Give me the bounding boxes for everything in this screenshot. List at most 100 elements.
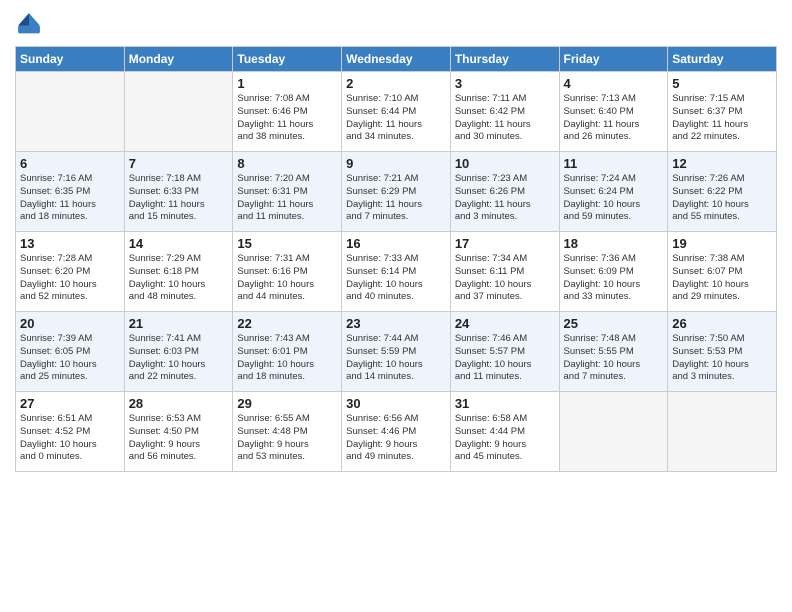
calendar-week-row: 1 Sunrise: 7:08 AM Sunset: 6:46 PM Daylig…: [16, 72, 777, 152]
day-info: Sunrise: 7:34 AM Sunset: 6:11 PM Dayligh…: [455, 253, 555, 304]
calendar-cell: 23 Sunrise: 7:44 AM Sunset: 5:59 PM Dayli…: [342, 312, 451, 392]
calendar-cell: 28 Sunrise: 6:53 AM Sunset: 4:50 PM Dayli…: [124, 392, 233, 472]
day-info: Sunrise: 7:44 AM Sunset: 5:59 PM Dayligh…: [346, 333, 446, 384]
calendar-week-row: 20Sunrise: 7:39 AM Sunset: 6:05 PM Dayli…: [16, 312, 777, 392]
day-number: 1: [237, 76, 337, 91]
day-info: Sunrise: 7:08 AM Sunset: 6:46 PM Dayligh…: [237, 93, 337, 144]
day-number: 7: [129, 156, 229, 171]
day-number: 24: [455, 316, 555, 331]
calendar-cell: [16, 72, 125, 152]
logo: [15, 10, 47, 38]
weekday-header: Thursday: [450, 47, 559, 72]
day-info: Sunrise: 6:51 AM Sunset: 4:52 PM Dayligh…: [20, 413, 120, 464]
day-info: Sunrise: 6:55 AM Sunset: 4:48 PM Dayligh…: [237, 413, 337, 464]
day-info: Sunrise: 6:58 AM Sunset: 4:44 PM Dayligh…: [455, 413, 555, 464]
day-number: 29: [237, 396, 337, 411]
day-info: Sunrise: 7:46 AM Sunset: 5:57 PM Dayligh…: [455, 333, 555, 384]
day-info: Sunrise: 7:41 AM Sunset: 6:03 PM Dayligh…: [129, 333, 229, 384]
day-number: 17: [455, 236, 555, 251]
day-info: Sunrise: 7:23 AM Sunset: 6:26 PM Dayligh…: [455, 173, 555, 224]
day-number: 28: [129, 396, 229, 411]
calendar-cell: 29 Sunrise: 6:55 AM Sunset: 4:48 PM Dayli…: [233, 392, 342, 472]
day-number: 18: [564, 236, 664, 251]
calendar-cell: 24 Sunrise: 7:46 AM Sunset: 5:57 PM Dayli…: [450, 312, 559, 392]
calendar-cell: 31 Sunrise: 6:58 AM Sunset: 4:44 PM Dayli…: [450, 392, 559, 472]
calendar-week-row: 13Sunrise: 7:28 AM Sunset: 6:20 PM Dayli…: [16, 232, 777, 312]
weekday-header: Tuesday: [233, 47, 342, 72]
calendar-cell: 3 Sunrise: 7:11 AM Sunset: 6:42 PM Daylig…: [450, 72, 559, 152]
day-info: Sunrise: 7:18 AM Sunset: 6:33 PM Dayligh…: [129, 173, 229, 224]
day-number: 20: [20, 316, 120, 331]
calendar-cell: 10 Sunrise: 7:23 AM Sunset: 6:26 PM Dayli…: [450, 152, 559, 232]
day-info: Sunrise: 7:38 AM Sunset: 6:07 PM Dayligh…: [672, 253, 772, 304]
calendar-cell: 11Sunrise: 7:24 AM Sunset: 6:24 PM Dayli…: [559, 152, 668, 232]
day-number: 10: [455, 156, 555, 171]
calendar-cell: 18 Sunrise: 7:36 AM Sunset: 6:09 PM Dayli…: [559, 232, 668, 312]
day-info: Sunrise: 7:28 AM Sunset: 6:20 PM Dayligh…: [20, 253, 120, 304]
calendar-cell: 19 Sunrise: 7:38 AM Sunset: 6:07 PM Dayli…: [668, 232, 777, 312]
calendar-cell: 25 Sunrise: 7:48 AM Sunset: 5:55 PM Dayli…: [559, 312, 668, 392]
day-number: 23: [346, 316, 446, 331]
weekday-header: Wednesday: [342, 47, 451, 72]
calendar-cell: 16Sunrise: 7:33 AM Sunset: 6:14 PM Dayli…: [342, 232, 451, 312]
day-number: 22: [237, 316, 337, 331]
calendar-header-row: SundayMondayTuesdayWednesdayThursdayFrid…: [16, 47, 777, 72]
page: SundayMondayTuesdayWednesdayThursdayFrid…: [0, 0, 792, 612]
day-info: Sunrise: 7:11 AM Sunset: 6:42 PM Dayligh…: [455, 93, 555, 144]
calendar-cell: 15Sunrise: 7:31 AM Sunset: 6:16 PM Dayli…: [233, 232, 342, 312]
day-number: 25: [564, 316, 664, 331]
day-info: Sunrise: 7:43 AM Sunset: 6:01 PM Dayligh…: [237, 333, 337, 384]
calendar-cell: 8 Sunrise: 7:20 AM Sunset: 6:31 PM Daylig…: [233, 152, 342, 232]
day-number: 3: [455, 76, 555, 91]
day-info: Sunrise: 7:15 AM Sunset: 6:37 PM Dayligh…: [672, 93, 772, 144]
day-number: 11: [564, 156, 664, 171]
calendar-cell: 6Sunrise: 7:16 AM Sunset: 6:35 PM Daylig…: [16, 152, 125, 232]
day-info: Sunrise: 6:53 AM Sunset: 4:50 PM Dayligh…: [129, 413, 229, 464]
calendar-cell: 12 Sunrise: 7:26 AM Sunset: 6:22 PM Dayli…: [668, 152, 777, 232]
calendar-cell: [668, 392, 777, 472]
day-info: Sunrise: 7:36 AM Sunset: 6:09 PM Dayligh…: [564, 253, 664, 304]
day-number: 19: [672, 236, 772, 251]
calendar-cell: 26 Sunrise: 7:50 AM Sunset: 5:53 PM Dayli…: [668, 312, 777, 392]
day-info: Sunrise: 7:20 AM Sunset: 6:31 PM Dayligh…: [237, 173, 337, 224]
calendar-cell: 17 Sunrise: 7:34 AM Sunset: 6:11 PM Dayli…: [450, 232, 559, 312]
calendar-cell: 21 Sunrise: 7:41 AM Sunset: 6:03 PM Dayli…: [124, 312, 233, 392]
day-number: 12: [672, 156, 772, 171]
day-number: 14: [129, 236, 229, 251]
day-number: 26: [672, 316, 772, 331]
calendar-cell: 5 Sunrise: 7:15 AM Sunset: 6:37 PM Daylig…: [668, 72, 777, 152]
day-number: 4: [564, 76, 664, 91]
calendar-cell: 13Sunrise: 7:28 AM Sunset: 6:20 PM Dayli…: [16, 232, 125, 312]
day-info: Sunrise: 7:29 AM Sunset: 6:18 PM Dayligh…: [129, 253, 229, 304]
calendar-cell: 20Sunrise: 7:39 AM Sunset: 6:05 PM Dayli…: [16, 312, 125, 392]
day-info: Sunrise: 7:48 AM Sunset: 5:55 PM Dayligh…: [564, 333, 664, 384]
day-info: Sunrise: 6:56 AM Sunset: 4:46 PM Dayligh…: [346, 413, 446, 464]
day-number: 27: [20, 396, 120, 411]
calendar-cell: 9Sunrise: 7:21 AM Sunset: 6:29 PM Daylig…: [342, 152, 451, 232]
calendar-cell: 14 Sunrise: 7:29 AM Sunset: 6:18 PM Dayli…: [124, 232, 233, 312]
day-info: Sunrise: 7:10 AM Sunset: 6:44 PM Dayligh…: [346, 93, 446, 144]
calendar-cell: 1 Sunrise: 7:08 AM Sunset: 6:46 PM Daylig…: [233, 72, 342, 152]
day-info: Sunrise: 7:21 AM Sunset: 6:29 PM Dayligh…: [346, 173, 446, 224]
day-info: Sunrise: 7:16 AM Sunset: 6:35 PM Dayligh…: [20, 173, 120, 224]
calendar-cell: [559, 392, 668, 472]
day-info: Sunrise: 7:26 AM Sunset: 6:22 PM Dayligh…: [672, 173, 772, 224]
calendar-cell: 2 Sunrise: 7:10 AM Sunset: 6:44 PM Daylig…: [342, 72, 451, 152]
weekday-header: Friday: [559, 47, 668, 72]
header: [15, 10, 777, 38]
day-number: 31: [455, 396, 555, 411]
day-number: 16: [346, 236, 446, 251]
weekday-header: Sunday: [16, 47, 125, 72]
calendar-table: SundayMondayTuesdayWednesdayThursdayFrid…: [15, 46, 777, 472]
day-number: 21: [129, 316, 229, 331]
logo-icon: [15, 10, 43, 38]
day-info: Sunrise: 7:50 AM Sunset: 5:53 PM Dayligh…: [672, 333, 772, 384]
day-number: 5: [672, 76, 772, 91]
calendar-cell: 7 Sunrise: 7:18 AM Sunset: 6:33 PM Daylig…: [124, 152, 233, 232]
calendar-cell: 27 Sunrise: 6:51 AM Sunset: 4:52 PM Dayli…: [16, 392, 125, 472]
calendar-cell: 22 Sunrise: 7:43 AM Sunset: 6:01 PM Dayli…: [233, 312, 342, 392]
calendar-cell: [124, 72, 233, 152]
day-number: 2: [346, 76, 446, 91]
day-number: 30: [346, 396, 446, 411]
day-number: 8: [237, 156, 337, 171]
